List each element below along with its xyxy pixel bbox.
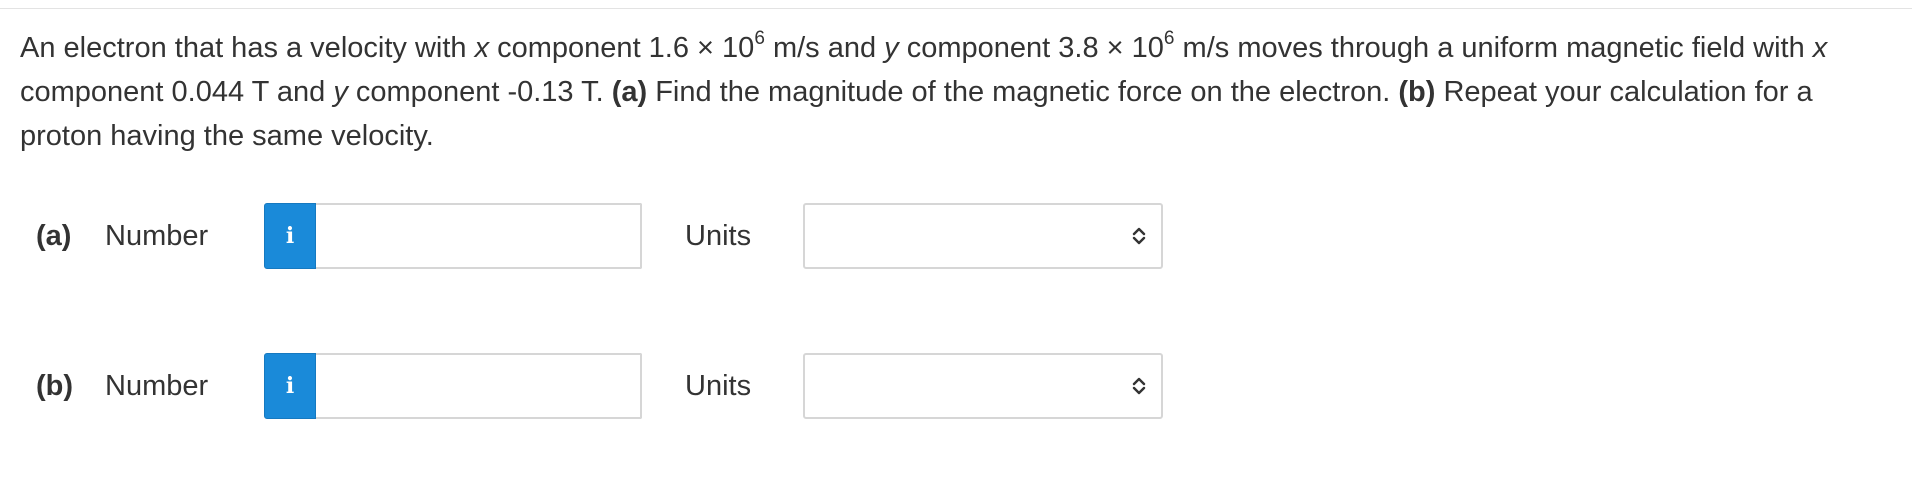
info-icon: i bbox=[285, 373, 295, 399]
part-b-tag: (b) bbox=[1398, 76, 1436, 108]
answer-row-a: (a) Number i Units bbox=[0, 203, 1912, 269]
chevron-up-down-icon bbox=[1132, 227, 1146, 245]
units-select-a[interactable] bbox=[803, 203, 1163, 269]
chevron-up-down-icon bbox=[1132, 377, 1146, 395]
info-icon: i bbox=[285, 223, 295, 249]
number-input-b[interactable] bbox=[316, 353, 642, 419]
answer-row-b: (b) Number i Units bbox=[0, 353, 1912, 419]
number-label-b: Number bbox=[105, 370, 209, 402]
info-button-a[interactable]: i bbox=[264, 203, 316, 269]
number-label-a: Number bbox=[105, 220, 209, 252]
part-label-b: (b) bbox=[36, 370, 74, 402]
units-label-a: Units bbox=[685, 220, 752, 252]
question-text: An electron that has a velocity with x c… bbox=[20, 28, 1828, 152]
units-label-b: Units bbox=[685, 370, 752, 402]
top-divider bbox=[0, 8, 1912, 9]
info-button-b[interactable]: i bbox=[264, 353, 316, 419]
number-input-a[interactable] bbox=[316, 203, 642, 269]
part-a-tag: (a) bbox=[611, 76, 648, 108]
part-label-a: (a) bbox=[36, 220, 72, 252]
units-select-b[interactable] bbox=[803, 353, 1163, 419]
